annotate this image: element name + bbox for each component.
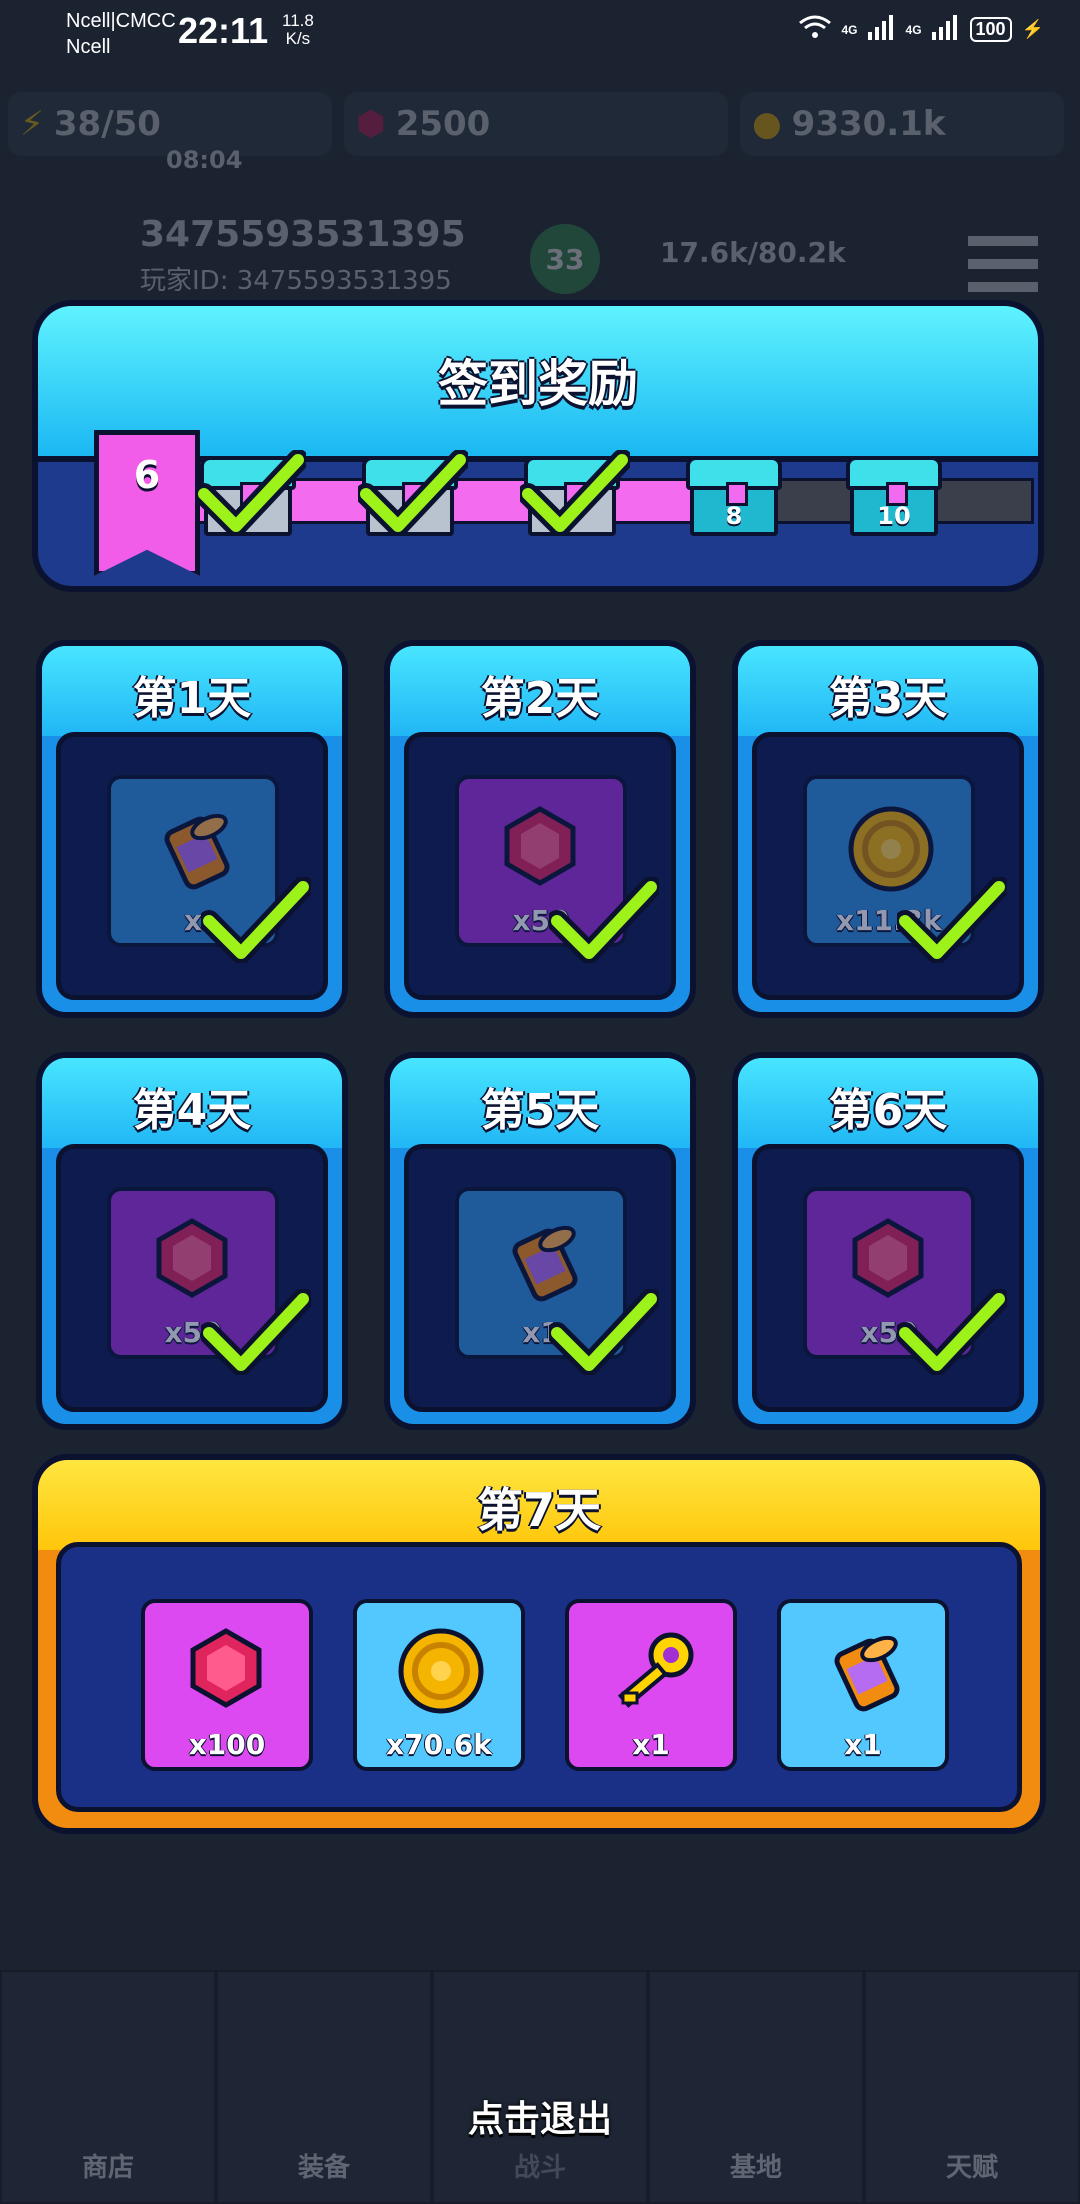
milestone-chest-3[interactable] xyxy=(517,449,633,538)
wifi-icon xyxy=(798,14,832,45)
network-speed-unit: K/s xyxy=(285,29,311,48)
day-label: 第6天 xyxy=(828,1085,948,1136)
day-card-5[interactable]: 第5天 x1 xyxy=(384,1052,696,1430)
energy-value: 38/50 xyxy=(53,104,161,144)
lightning-icon: ⚡ xyxy=(20,104,44,144)
day-card-6[interactable]: 第6天 x50 xyxy=(732,1052,1044,1430)
day7-reward-area: x100 x70.6k x1 x1 xyxy=(56,1542,1022,1812)
carrier-line2: Ncell xyxy=(66,36,111,58)
day-reward-area: x50 xyxy=(404,732,676,1000)
gem-icon xyxy=(181,1623,271,1717)
clock: 22:11 xyxy=(178,10,269,51)
signal-icon-2 xyxy=(931,14,960,45)
claimed-check-icon xyxy=(198,876,314,964)
network-speed: 11.8 K/s xyxy=(282,12,314,48)
nav-base: 基地 xyxy=(648,1970,864,2204)
coin-icon: ● xyxy=(752,104,782,144)
signal-icon xyxy=(867,14,896,45)
coin-value: 9330.1k xyxy=(791,104,946,144)
day-card-4[interactable]: 第4天 x50 xyxy=(36,1052,348,1430)
nav-base-label: 基地 xyxy=(729,2153,782,2183)
carrier-line1: Ncell|CMCC xyxy=(66,10,176,32)
day-label: 第2天 xyxy=(480,673,600,724)
day-label: 第1天 xyxy=(132,673,252,724)
milestone-chest-5[interactable]: 10 xyxy=(846,456,942,538)
nav-battle-label: 战斗 xyxy=(513,2153,566,2183)
nav-equipment: 装备 xyxy=(216,1970,432,2204)
claimed-check-icon xyxy=(894,1288,1010,1376)
day-reward-area: x xyxy=(56,732,328,1000)
carrier-info: Ncell|CMCC Ncell xyxy=(66,8,176,60)
battery-level: 100 xyxy=(969,17,1012,42)
day-card-1[interactable]: 第1天 x xyxy=(36,640,348,1018)
milestone-chest-1[interactable] xyxy=(193,449,309,538)
gem-value: 2500 xyxy=(395,104,491,144)
nav-equipment-label: 装备 xyxy=(297,2153,350,2183)
gem-icon: ⬢ xyxy=(356,104,386,144)
day-label: 第4天 xyxy=(132,1085,252,1136)
signin-header: 签到奖励 6 8 10 xyxy=(32,300,1044,592)
status-bar: Ncell|CMCC Ncell 22:11 11.8 K/s 4G 4G 10… xyxy=(0,0,1080,60)
background-hud: ⚡ 38/50 ⬢ 2500 ● 9330.1k 08:04 347559353… xyxy=(0,64,1080,324)
milestone-chest-label: 8 xyxy=(725,502,743,530)
signin-title: 签到奖励 xyxy=(438,355,638,413)
day7-reward-key: x1 xyxy=(565,1599,737,1771)
scroll-icon xyxy=(817,1623,917,1727)
milestone-chest-label: 10 xyxy=(877,502,911,530)
day-label: 第3天 xyxy=(828,673,948,724)
milestone-chest-4[interactable]: 8 xyxy=(686,456,782,538)
network-type-2: 4G xyxy=(905,22,922,37)
tap-to-exit[interactable]: 点击退出 xyxy=(0,2090,1080,2142)
player-name: 3475593531395 xyxy=(140,214,466,255)
reward-amount: x70.6k xyxy=(386,1728,492,1761)
current-day-number: 6 xyxy=(133,453,161,497)
claimed-check-icon xyxy=(546,1288,662,1376)
coin-counter: ● 9330.1k xyxy=(740,92,1064,156)
current-day-flag: 6 xyxy=(94,430,200,576)
background-bottom-nav: 商店 装备 战斗 基地 天赋 xyxy=(0,1970,1080,2204)
day7-reward-scroll: x1 xyxy=(777,1599,949,1771)
day-card-2[interactable]: 第2天 x50 xyxy=(384,640,696,1018)
reward-amount: x1 xyxy=(632,1728,670,1761)
nav-shop-label: 商店 xyxy=(81,2153,134,2183)
claimed-check-icon xyxy=(517,449,633,537)
claimed-check-icon xyxy=(546,876,662,964)
day-reward-area: x50 xyxy=(56,1144,328,1412)
gem-counter: ⬢ 2500 xyxy=(344,92,728,156)
day7-label: 第7天 xyxy=(476,1483,601,1537)
player-level: 33 xyxy=(530,224,600,294)
day7-reward-gem: x100 xyxy=(141,1599,313,1771)
status-icons: 4G 4G 100 ⚡ xyxy=(798,14,1044,45)
day-label: 第5天 xyxy=(480,1085,600,1136)
nav-shop: 商店 xyxy=(0,1970,216,2204)
nav-battle: 战斗 xyxy=(432,1970,648,2204)
menu-icon xyxy=(948,214,1058,314)
day7-card[interactable]: 第7天 x100 x70.6k x1 x1 xyxy=(32,1454,1046,1834)
nav-talent: 天赋 xyxy=(864,1970,1080,2204)
day-reward-area: x11.3k xyxy=(752,732,1024,1000)
day-reward-area: x50 xyxy=(752,1144,1024,1412)
network-type-1: 4G xyxy=(841,22,858,37)
reward-amount: x100 xyxy=(188,1728,266,1761)
network-speed-value: 11.8 xyxy=(282,11,314,30)
milestone-chest-2[interactable] xyxy=(355,449,471,538)
claimed-check-icon xyxy=(198,1288,314,1376)
energy-timer: 08:04 xyxy=(166,146,243,174)
coin-icon xyxy=(393,1623,489,1723)
day-reward-area: x1 xyxy=(404,1144,676,1412)
key-icon xyxy=(605,1623,705,1727)
claimed-check-icon xyxy=(894,876,1010,964)
day-card-3[interactable]: 第3天 x11.3k xyxy=(732,640,1044,1018)
claimed-check-icon xyxy=(355,449,471,537)
xp-progress: 17.6k/80.2k xyxy=(660,236,846,269)
day7-reward-coin: x70.6k xyxy=(353,1599,525,1771)
player-id: 玩家ID: 3475593531395 xyxy=(140,266,452,296)
reward-amount: x1 xyxy=(844,1728,882,1761)
claimed-check-icon xyxy=(193,449,309,537)
charging-icon: ⚡ xyxy=(1021,19,1044,39)
nav-talent-label: 天赋 xyxy=(945,2153,998,2183)
